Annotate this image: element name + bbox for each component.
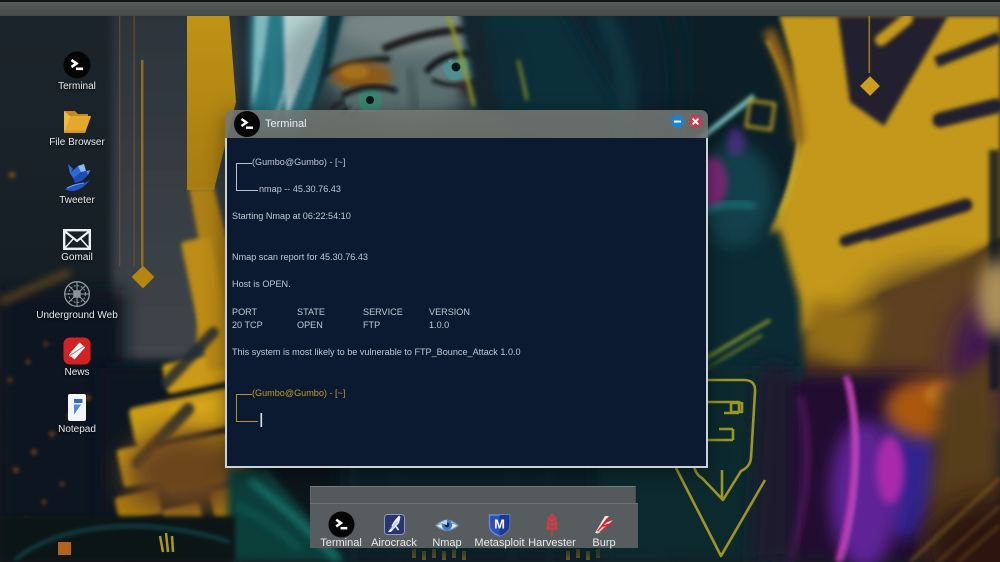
svg-text:M: M: [494, 516, 505, 531]
